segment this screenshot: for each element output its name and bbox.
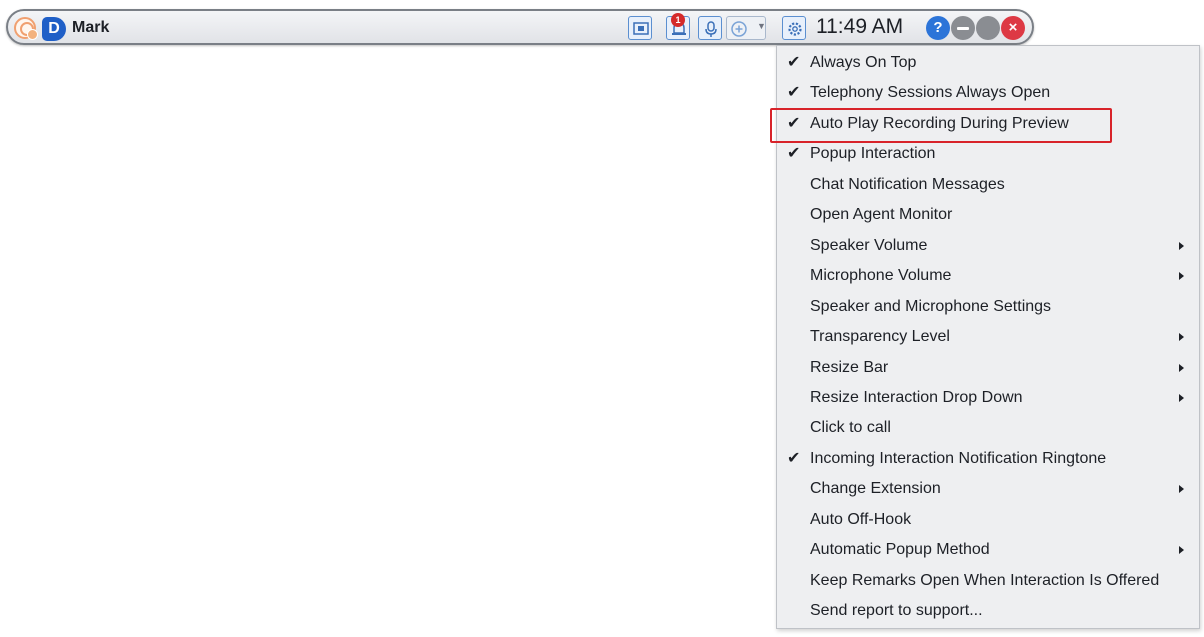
menu-item-label: Automatic Popup Method bbox=[810, 541, 990, 559]
menu-item[interactable]: ✔ Always On Top bbox=[777, 48, 1199, 78]
menu-item-label: Speaker and Microphone Settings bbox=[810, 297, 1052, 315]
menu-item-label: Keep Remarks Open When Interaction Is Of… bbox=[810, 571, 1160, 589]
interaction-window-icon bbox=[633, 22, 649, 35]
maximize-icon[interactable] bbox=[976, 16, 1000, 40]
menu-item[interactable]: Transparency Level bbox=[777, 322, 1199, 352]
menu-item-label: Auto Off-Hook bbox=[810, 510, 912, 528]
agent-name: Mark bbox=[72, 19, 110, 36]
menu-item[interactable]: Speaker Volume bbox=[777, 231, 1199, 261]
menu-item-label: Incoming Interaction Notification Ringto… bbox=[810, 449, 1107, 467]
checkmark-icon: ✔ bbox=[787, 145, 801, 163]
menu-item-label: Change Extension bbox=[810, 480, 941, 498]
help-icon[interactable]: ? bbox=[926, 16, 950, 40]
menu-item-label: Speaker Volume bbox=[810, 236, 928, 254]
minimize-icon[interactable] bbox=[951, 16, 975, 40]
submenu-arrow-icon bbox=[1179, 241, 1184, 250]
menu-item-label: Always On Top bbox=[810, 54, 917, 71]
chevron-down-icon: ▼ bbox=[757, 21, 766, 31]
checkmark-icon: ✔ bbox=[787, 449, 801, 467]
submenu-arrow-icon bbox=[1179, 393, 1184, 402]
menu-item-label: Resize Bar bbox=[810, 358, 889, 376]
submenu-arrow-icon bbox=[1179, 333, 1184, 342]
submenu-arrow-icon bbox=[1179, 485, 1184, 494]
highlight-annotation bbox=[770, 108, 1112, 143]
menu-item[interactable]: ✔ Incoming Interaction Notification Ringt… bbox=[777, 444, 1199, 474]
interaction-window-button[interactable] bbox=[628, 16, 652, 40]
menu-item[interactable]: Click to call bbox=[777, 413, 1199, 443]
menu-item-label: Popup Interaction bbox=[810, 145, 936, 163]
menu-item-label: Send report to support... bbox=[810, 602, 983, 620]
menu-item[interactable]: Automatic Popup Method bbox=[777, 535, 1199, 565]
menu-item-label: Resize Interaction Drop Down bbox=[810, 388, 1023, 406]
submenu-arrow-icon bbox=[1179, 363, 1184, 372]
checkmark-icon: ✔ bbox=[787, 84, 801, 102]
settings-button[interactable] bbox=[782, 16, 806, 40]
menu-item[interactable]: Microphone Volume bbox=[777, 261, 1199, 291]
submenu-arrow-icon bbox=[1179, 546, 1184, 555]
agent-avatar-icon[interactable] bbox=[14, 17, 38, 40]
microphone-icon bbox=[705, 21, 717, 37]
menu-item[interactable]: Auto Off-Hook bbox=[777, 505, 1199, 535]
menu-item[interactable]: Change Extension bbox=[777, 474, 1199, 504]
gear-icon bbox=[788, 22, 802, 36]
menu-item[interactable]: Send report to support... bbox=[777, 596, 1199, 626]
menu-item-label: Click to call bbox=[810, 419, 891, 437]
microphone-button[interactable] bbox=[698, 16, 722, 40]
menu-item[interactable]: Speaker and Microphone Settings bbox=[777, 292, 1199, 322]
notification-count-badge: 1 bbox=[671, 13, 685, 27]
notifications-button[interactable]: 1 bbox=[666, 13, 690, 40]
submenu-arrow-icon bbox=[1179, 272, 1184, 281]
menu-item[interactable]: Resize Bar bbox=[777, 353, 1199, 383]
checkmark-icon: ✔ bbox=[787, 54, 801, 71]
clock-display: 11:49 AM bbox=[816, 15, 904, 38]
close-icon[interactable]: × bbox=[1001, 16, 1025, 40]
menu-item-label: Open Agent Monitor bbox=[810, 206, 953, 224]
menu-item[interactable]: ✔ Telephony Sessions Always Open bbox=[777, 78, 1199, 108]
menu-item[interactable]: ✔ Popup Interaction bbox=[777, 139, 1199, 169]
add-circle-icon bbox=[731, 21, 747, 37]
menu-item-label: Microphone Volume bbox=[810, 267, 952, 285]
agent-toolbar: D Mark 1 ▼ 11:49 AM ? × bbox=[6, 9, 1034, 45]
menu-item[interactable]: Chat Notification Messages bbox=[777, 170, 1199, 200]
add-dropdown-button[interactable]: ▼ bbox=[726, 16, 766, 40]
brand-logo-icon: D bbox=[42, 17, 66, 41]
menu-item[interactable]: Keep Remarks Open When Interaction Is Of… bbox=[777, 566, 1199, 596]
menu-item-label: Chat Notification Messages bbox=[810, 175, 1005, 193]
menu-item-label: Transparency Level bbox=[810, 328, 950, 346]
menu-item[interactable]: Open Agent Monitor bbox=[777, 200, 1199, 230]
menu-item[interactable]: Resize Interaction Drop Down bbox=[777, 383, 1199, 413]
menu-item-label: Telephony Sessions Always Open bbox=[810, 84, 1051, 102]
